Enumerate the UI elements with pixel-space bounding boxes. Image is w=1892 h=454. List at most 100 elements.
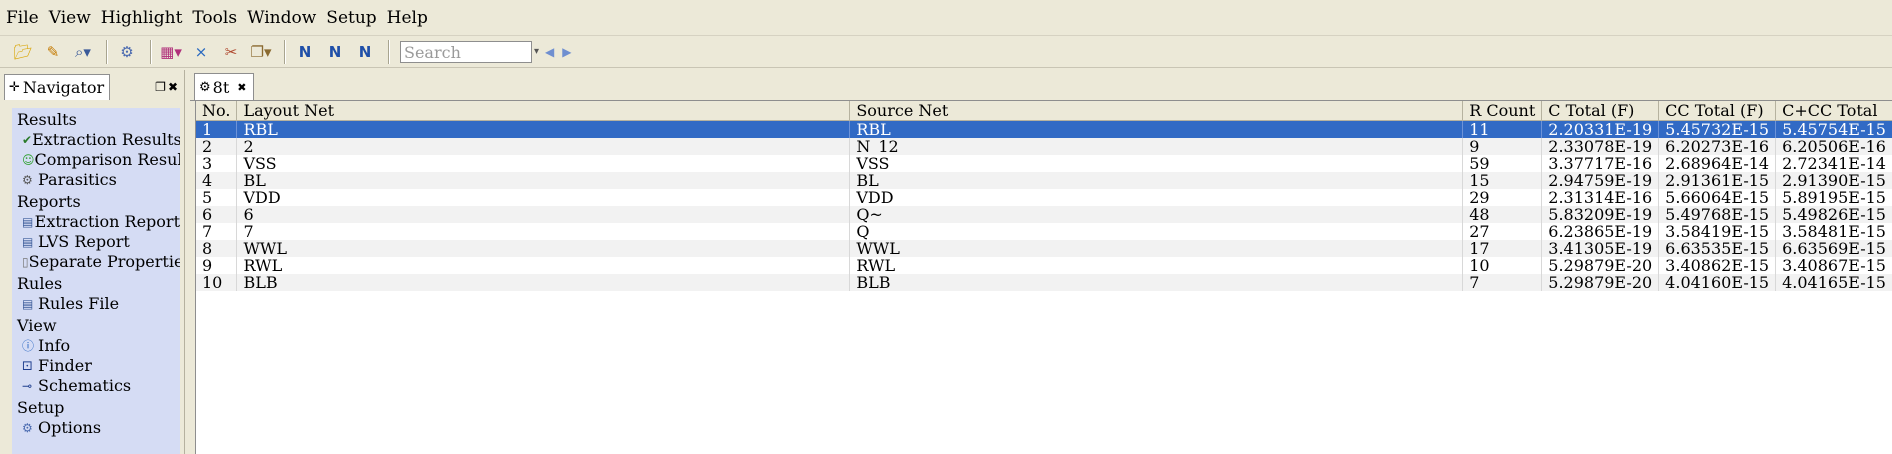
close-icon[interactable]: ✖ [168,80,180,94]
close-icon[interactable]: ✖ [237,81,246,94]
column-header[interactable]: Layout Net [236,101,851,121]
parasitics-table: No. Layout Net Source Net R Count C Tota… [196,101,1892,291]
nav-item-comparison-results[interactable]: ☺ Comparison Results [12,150,180,170]
report-icon: ▤ [22,215,34,229]
open-folder-icon[interactable]: 📂︎ [10,40,36,64]
nav-item-separate-properties[interactable]: ▯ Separate Properties [12,252,180,272]
menu-file[interactable]: File [6,8,39,28]
table-row[interactable]: 10 BLB BLB 7 5.29879E-20 4.04160E-15 4.04165E-… [196,274,1892,291]
search-input[interactable]: Search [400,40,532,63]
navigator-window-controls: ❐✖ [155,80,180,94]
table-cell: 10 [196,274,238,291]
nav-item-info[interactable]: ⓘ Info [12,336,180,356]
nav-item-options[interactable]: ⚙ Options [12,418,180,438]
nav-section-rules: Rules [17,274,63,293]
table-cell: 3.40867E-15 [1775,257,1892,274]
clear-highlight-icon[interactable]: ✂ [218,40,244,64]
nav-item-extraction-report[interactable]: ▤ Extraction Report [12,212,180,232]
menu-view[interactable]: View [49,8,91,28]
table-cell: 6.63569E-15 [1775,240,1892,257]
table-row[interactable]: 1 RBL RBL 11 2.20331E-19 5.45732E-15 5.45754E-… [196,120,1892,138]
nav-section-reports: Reports [17,192,81,211]
nav-section-results: Results [17,110,77,129]
parasitics-gear-icon: ⚙ [22,173,33,187]
filter-icon[interactable]: ⨯ [188,40,214,64]
nav-section-setup: Setup [17,398,65,417]
table-cell: 29 [1462,189,1543,206]
table-cell: 5 [196,189,238,206]
menu-setup[interactable]: Setup [326,8,376,28]
net-select-icon[interactable]: N [322,40,348,64]
column-header[interactable]: CC Total (F) [1658,101,1777,121]
net-next-icon[interactable]: N [352,40,378,64]
copy-icon[interactable]: ❐▾ [248,40,274,64]
nav-item-lvs-report[interactable]: ▤ LVS Report [12,232,180,252]
menu-help[interactable]: Help [387,8,428,28]
table-cell: 59 [1462,155,1543,172]
table-cell: 8 [196,240,238,257]
toolbar-separator [284,39,286,64]
menu-tools[interactable]: Tools [192,8,237,28]
table-row[interactable]: 5 VDD VDD 29 2.31314E-16 5.66064E-15 5.89195E-… [196,189,1892,206]
nav-item-label: Comparison Results [34,150,180,169]
nav-item-label: Separate Properties [28,252,180,271]
nav-item-rules-file[interactable]: ▤ Rules File [12,294,180,314]
table-cell: BLB [236,274,851,291]
table-cell: VDD [849,189,1464,206]
nav-item-finder[interactable]: ⚀ Finder [12,356,180,376]
table-row[interactable]: 8 WWL WWL 17 3.41305E-19 6.63535E-15 6.63569E-… [196,240,1892,257]
table-row[interactable]: 4 BL BL 15 2.94759E-19 2.91361E-15 2.91390E-15 [196,172,1892,189]
table-cell: BLB [849,274,1464,291]
zoom-icon[interactable]: ⌕▾ [70,40,96,64]
menu-highlight[interactable]: Highlight [101,8,183,28]
column-header[interactable]: Source Net [849,101,1464,121]
toolbar: 📂︎ ✎ ⌕▾ ⚙ ▦▾ ⨯ ✂ ❐▾ N N N Search ▾ ◀ ▶ [0,36,1892,68]
column-header[interactable]: C+CC Total [1775,101,1892,121]
table-row[interactable]: 6 6 Q~ 48 5.83209E-19 5.49768E-15 5.49826E-15 [196,206,1892,223]
table-cell: 6.23865E-19 [1541,223,1660,240]
table-cell: 2.68964E-14 [1658,155,1777,172]
tab-label: 8t [212,77,230,97]
table-cell: BL [236,172,851,189]
table-cell: 2.91390E-15 [1775,172,1892,189]
table-row[interactable]: 3 VSS VSS 59 3.37717E-16 2.68964E-14 2.72341E-… [196,155,1892,172]
tab-8t[interactable]: ⚙ 8t ✖ [194,73,254,100]
table-cell: 5.89195E-15 [1775,189,1892,206]
table-cell: 11 [1462,120,1543,138]
restore-icon[interactable]: ❐ [155,80,168,94]
column-header[interactable]: C Total (F) [1541,101,1660,121]
nav-item-parasitics[interactable]: ⚙ Parasitics [12,170,180,190]
net-info-icon[interactable]: N [292,40,318,64]
table-cell: 7 [1462,274,1543,291]
menu-bar: File View Highlight Tools Window Setup H… [0,0,1892,36]
column-header[interactable]: R Count [1462,101,1543,121]
gear-icon[interactable]: ⚙ [114,40,140,64]
navigator-tree: Results ✔ Extraction Results ☺ Compariso… [12,108,180,454]
nav-item-schematics[interactable]: ⊸ Schematics [12,376,180,396]
table-cell: 27 [1462,223,1543,240]
nav-item-label: Extraction Results [32,130,180,149]
table-cell: 2.94759E-19 [1541,172,1660,189]
table-cell: 10 [1462,257,1543,274]
table-row[interactable]: 7 7 Q 27 6.23865E-19 3.58419E-15 3.58481E-15 [196,223,1892,240]
options-gear-icon: ⚙ [22,421,33,435]
table-cell: 5.45754E-15 [1775,120,1892,138]
navigator-tab[interactable]: ✛ Navigator [4,74,110,100]
table-row[interactable]: 9 RWL RWL 10 5.29879E-20 3.40862E-15 3.40867E-… [196,257,1892,274]
table-cell: 9 [1462,138,1543,155]
menu-window[interactable]: Window [247,8,316,28]
nav-item-label: Options [38,418,102,437]
column-header[interactable]: No. [196,101,238,121]
search-dropdown-icon[interactable]: ▾ [534,46,539,57]
search-next-icon[interactable]: ▶ [562,45,571,59]
nav-item-label: LVS Report [38,232,130,251]
table-cell: 6.20273E-16 [1658,138,1777,155]
table-row[interactable]: 2 2 N_12 9 2.33078E-19 6.20273E-16 6.20506E-16 [196,138,1892,155]
search-previous-icon[interactable]: ◀ [545,45,554,59]
highlight-icon[interactable]: ✎ [40,40,66,64]
color-highlight-icon[interactable]: ▦▾ [158,40,184,64]
table-cell: WWL [849,240,1464,257]
table-cell: RWL [236,257,851,274]
nav-item-label: Finder [38,356,92,375]
nav-item-extraction-results[interactable]: ✔ Extraction Results [12,130,180,150]
